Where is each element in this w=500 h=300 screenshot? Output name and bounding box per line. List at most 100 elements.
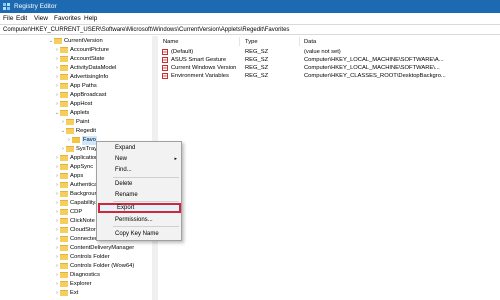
address-path[interactable]: Computer\HKEY_CURRENT_USER\Software\Micr… xyxy=(3,26,289,34)
menu-view[interactable]: View xyxy=(34,14,48,23)
string-value-icon: ab xyxy=(162,73,168,79)
menu-item-rename[interactable]: Rename xyxy=(98,190,181,200)
menu-item-find[interactable]: Find... xyxy=(98,165,181,175)
menu-favorites[interactable]: Favorites xyxy=(54,14,81,23)
tree-node[interactable]: › Controls Folder (Wow64) xyxy=(0,262,152,271)
value-name: Current Windows Version xyxy=(171,65,237,71)
folder-icon xyxy=(60,101,68,107)
folder-icon xyxy=(60,227,68,233)
tree-node[interactable]: › ActivityDataModel xyxy=(0,64,152,73)
menu-edit[interactable]: Edit xyxy=(16,14,27,23)
folder-icon xyxy=(60,290,68,296)
value-row[interactable]: ab ASUS Smart Gesture REG_SZ Computer\HK… xyxy=(159,56,500,64)
column-header-data[interactable]: Data xyxy=(304,38,316,46)
column-header-type[interactable]: Type xyxy=(245,38,258,46)
tree-node-label: CloudStore xyxy=(70,227,100,233)
value-data: Computer\HKEY_LOCAL_MACHINE\SOFTWARE\A..… xyxy=(304,57,444,63)
column-divider[interactable] xyxy=(299,37,300,46)
folder-icon xyxy=(60,164,68,170)
menu-item-label: New xyxy=(115,156,128,162)
value-type: REG_SZ xyxy=(245,49,269,55)
folder-icon xyxy=(60,74,68,80)
tree-node-label: AdvertisingInfo xyxy=(70,74,109,80)
menu-help[interactable]: Help xyxy=(84,14,97,23)
value-name: Environment Variables xyxy=(171,73,229,79)
menu-item-expand[interactable]: Expand xyxy=(98,143,181,153)
tree-node[interactable]: ⌄ Regedit xyxy=(0,127,152,136)
tree-node[interactable]: › AppHost xyxy=(0,100,152,109)
menu-item-permissions[interactable]: Permissions... xyxy=(98,215,181,225)
tree-node-label: Ext xyxy=(70,290,79,296)
menu-item-label: Export xyxy=(117,205,135,211)
tree-node[interactable]: › AdvertisingInfo xyxy=(0,73,152,82)
tree-node[interactable]: › Ext xyxy=(0,289,152,298)
tree-node-label: App Paths xyxy=(70,83,97,89)
folder-icon xyxy=(60,110,68,116)
tree-node-label: AccountState xyxy=(70,56,105,62)
tree-node-label: AccountPicture xyxy=(70,47,109,53)
folder-icon xyxy=(60,200,68,206)
tree-node[interactable]: ⌄ Applets xyxy=(0,109,152,118)
folder-icon xyxy=(60,47,68,53)
string-value-icon: ab xyxy=(162,57,168,63)
tree-node-label: CDP xyxy=(70,209,83,215)
folder-icon xyxy=(60,56,68,62)
tree-node[interactable]: › AppBroadcast xyxy=(0,91,152,100)
folder-icon xyxy=(60,272,68,278)
tree-node[interactable]: › Diagnostics xyxy=(0,271,152,280)
folder-icon xyxy=(60,245,68,251)
tree-node-label: ClickNote xyxy=(70,218,95,224)
registry-editor-icon xyxy=(3,3,10,10)
tree-node-label: Favo xyxy=(82,136,97,145)
menu-item-new[interactable]: New ▸ xyxy=(98,154,181,164)
menu-item-export[interactable]: Export xyxy=(98,203,181,213)
menu-item-delete[interactable]: Delete xyxy=(98,179,181,189)
folder-icon xyxy=(54,38,62,44)
value-row[interactable]: ab Current Windows Version REG_SZ Comput… xyxy=(159,64,500,72)
menu-bar: File Edit View Favorites Help xyxy=(0,13,500,24)
tree-node-label: Apps xyxy=(70,173,84,179)
tree-node-label: Paint xyxy=(76,119,90,125)
folder-icon xyxy=(60,173,68,179)
window-title: Registry Editor xyxy=(14,3,57,10)
address-bar[interactable]: Computer\HKEY_CURRENT_USER\Software\Micr… xyxy=(0,24,500,35)
folder-icon xyxy=(66,146,74,152)
value-data: (value not set) xyxy=(304,49,341,55)
menu-file[interactable]: File xyxy=(3,14,13,23)
value-type: REG_SZ xyxy=(245,57,269,63)
tree-node-label: Controls Folder xyxy=(70,254,110,260)
value-row[interactable]: ab (Default) REG_SZ (value not set) xyxy=(159,48,500,56)
tree-node-label: Controls Folder (Wow64) xyxy=(70,263,135,269)
tree-node-label: AppHost xyxy=(70,101,93,107)
value-type: REG_SZ xyxy=(245,65,269,71)
tree-node[interactable]: › AccountPicture xyxy=(0,46,152,55)
folder-icon xyxy=(60,281,68,287)
tree-node[interactable]: › Controls Folder xyxy=(0,253,152,262)
value-row[interactable]: ab Environment Variables REG_SZ Computer… xyxy=(159,72,500,80)
tree-node[interactable]: › Paint xyxy=(0,118,152,127)
folder-icon xyxy=(60,218,68,224)
folder-icon xyxy=(60,263,68,269)
folder-icon xyxy=(66,128,74,134)
tree-node[interactable]: › App Paths xyxy=(0,82,152,91)
tree-node[interactable]: › Explorer xyxy=(0,280,152,289)
tree-node-label: Applets xyxy=(70,110,90,116)
value-name: (Default) xyxy=(171,49,194,55)
tree-node[interactable]: › AccountState xyxy=(0,55,152,64)
menu-item-copy-key-name[interactable]: Copy Key Name xyxy=(98,229,181,239)
folder-icon xyxy=(60,209,68,215)
tree-node-label: SysTray xyxy=(76,146,98,152)
title-bar: Registry Editor xyxy=(0,0,500,13)
folder-icon xyxy=(60,92,68,98)
tree-node-label: ActivityDataModel xyxy=(70,65,117,71)
column-header-name[interactable]: Name xyxy=(163,38,178,46)
values-pane[interactable]: Name Type Data ab (Default) REG_SZ (valu… xyxy=(159,36,500,300)
folder-icon xyxy=(60,65,68,71)
folder-icon xyxy=(72,137,80,143)
tree-node[interactable]: › ContentDeliveryManager xyxy=(0,244,152,253)
column-divider[interactable] xyxy=(239,37,240,46)
menu-item-label: Expand xyxy=(115,145,136,151)
folder-icon xyxy=(60,236,68,242)
tree-node[interactable]: ⌄ CurrentVersion xyxy=(0,37,152,46)
tree-node-label: Explorer xyxy=(70,281,92,287)
